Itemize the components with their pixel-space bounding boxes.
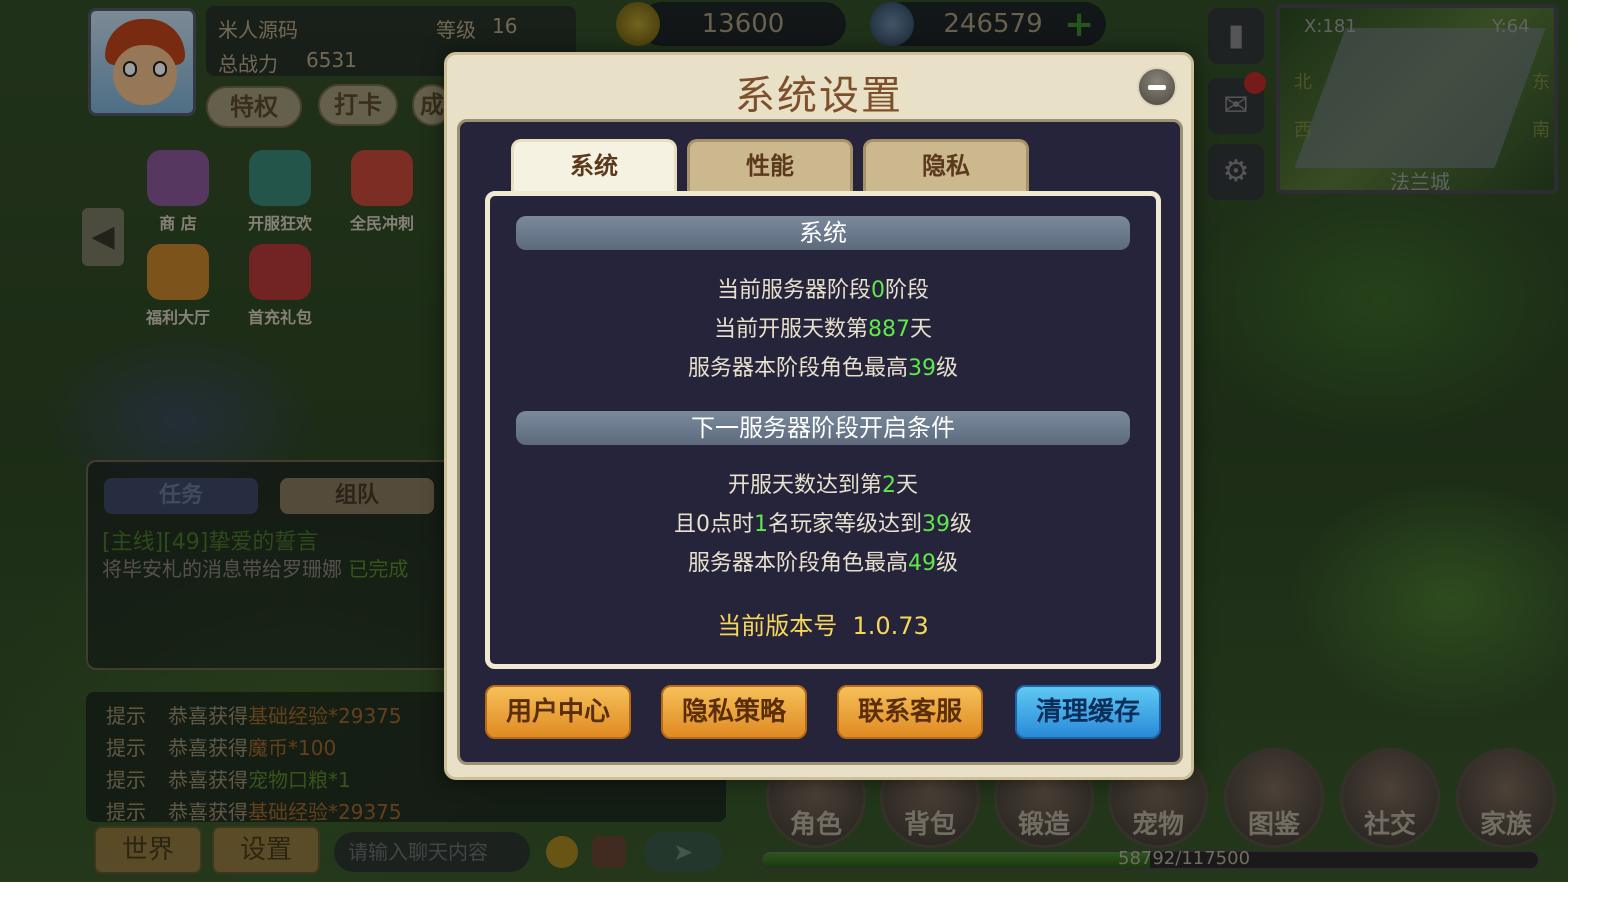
- condition-level-line: 服务器本阶段角色最高49级: [687, 551, 959, 576]
- clear-cache-button[interactable]: 清理缓存: [1015, 685, 1161, 739]
- server-days-line: 当前开服天数第887天: [713, 317, 933, 342]
- tab-performance[interactable]: 性能: [687, 139, 853, 191]
- section-header-system: 系统: [516, 216, 1130, 250]
- user-center-button[interactable]: 用户中心: [485, 685, 631, 739]
- section-header-next-stage: 下一服务器阶段开启条件: [516, 411, 1130, 445]
- condition-players-line: 且0点时1名玩家等级达到39级: [673, 512, 973, 537]
- tab-system[interactable]: 系统: [511, 139, 677, 191]
- tab-privacy[interactable]: 隐私: [863, 139, 1029, 191]
- max-level-line: 服务器本阶段角色最高39级: [687, 356, 959, 381]
- tab-content: 系统 当前服务器阶段0阶段 当前开服天数第887天 服务器本阶段角色最高39级 …: [485, 191, 1161, 669]
- condition-days-line: 开服天数达到第2天: [727, 473, 919, 498]
- system-settings-dialog: 系统设置 系统 性能 隐私 系统 当前服务器阶段0阶段 当前开服天数第887天 …: [444, 52, 1194, 780]
- version-label: 当前版本号 1.0.73: [717, 612, 929, 640]
- game-screen: 米人源码 等级 16 总战力 6531 特权 打卡 成 ◀ 商 店 开服狂欢 全…: [0, 0, 1568, 882]
- server-stage-line: 当前服务器阶段0阶段: [716, 278, 930, 303]
- dialog-title: 系统设置: [735, 73, 903, 119]
- privacy-policy-button[interactable]: 隐私策略: [661, 685, 807, 739]
- close-icon[interactable]: [1137, 67, 1177, 107]
- contact-support-button[interactable]: 联系客服: [837, 685, 983, 739]
